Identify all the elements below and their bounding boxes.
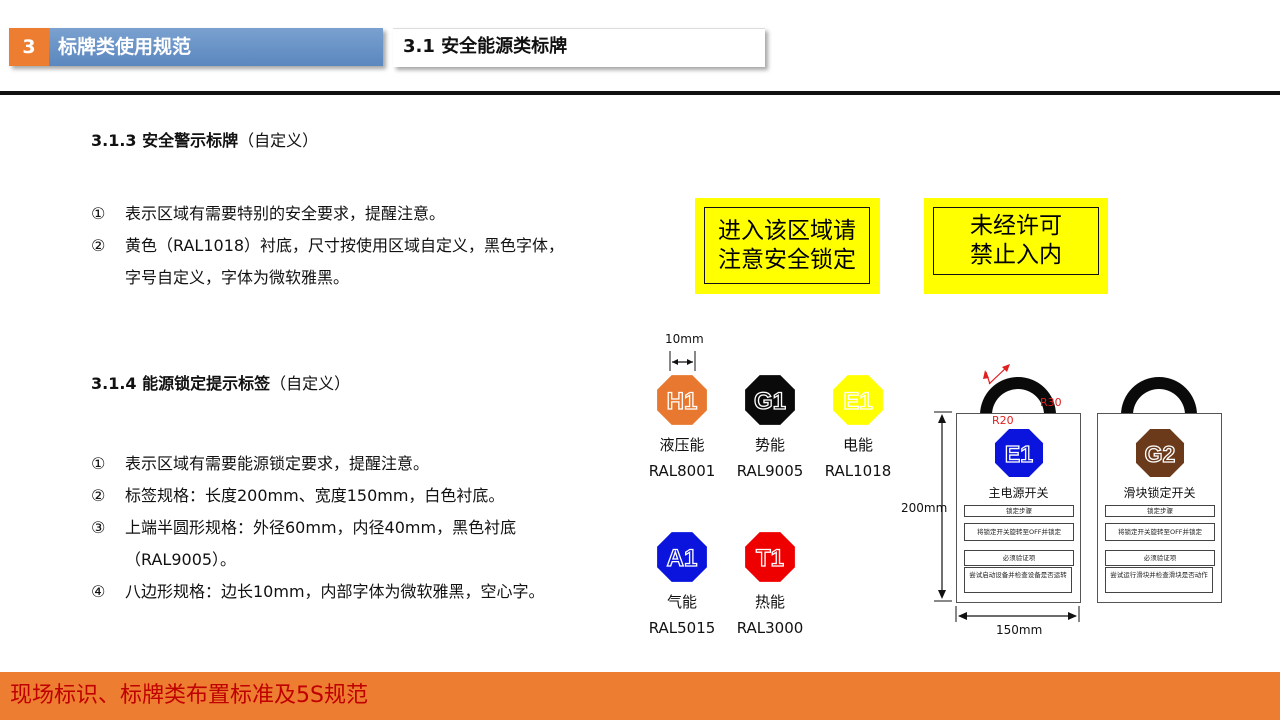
octagon-shape: T1	[745, 532, 795, 582]
octagon-shape: G1	[745, 375, 795, 425]
list-item: ③ 上端半圆形规格：外径60mm，内径40mm，黑色衬底	[91, 518, 517, 537]
list-item: 字号自定义，字体为微软雅黑。	[125, 268, 350, 287]
octagon-shape: E1	[833, 375, 883, 425]
section-number: 3	[9, 28, 49, 66]
footer-title: 现场标识、标牌类布置标准及5S规范	[10, 683, 368, 708]
octagon-code: H1	[667, 388, 698, 415]
heading-314: 3.1.4 能源锁定提示标签（自定义）	[91, 370, 350, 394]
heading-313-suffix: （自定义）	[238, 131, 319, 150]
list-314: ① 表示区域有需要能源锁定要求，提醒注意。 ② 标签规格：长度200mm、宽度150…	[91, 448, 545, 608]
octagon-shape: A1	[657, 532, 707, 582]
octagon-name: 热能	[754, 593, 785, 611]
octagon-name: 势能	[754, 436, 785, 454]
octagon-t1: T1	[742, 529, 798, 589]
octagon-code: T1	[756, 545, 784, 572]
octagon-ral: RAL5015	[648, 619, 716, 637]
list-313: ① 表示区域有需要特别的安全要求，提醒注意。 ② 黄色（RAL1018）衬底，尺寸按…	[91, 198, 564, 294]
list-item: ② 黄色（RAL1018）衬底，尺寸按使用区域自定义，黑色字体，	[91, 236, 565, 255]
octagon-e1: E1	[830, 372, 886, 432]
octagon-ral: RAL3000	[736, 619, 804, 637]
octagon-name: 电能	[842, 436, 873, 454]
subsection-title: 3.1 安全能源类标牌	[403, 36, 568, 57]
octagon-h1: H1	[654, 372, 710, 432]
warning-sign-no-entry: 未经许可 禁止入内	[924, 198, 1108, 294]
header-divider	[0, 91, 1280, 95]
octagon-a1: A1	[654, 529, 710, 589]
list-item: ① 表示区域有需要特别的安全要求，提醒注意。	[91, 204, 446, 223]
octagon-ral: RAL1018	[824, 462, 892, 480]
dimension-10mm-arrow	[669, 351, 696, 371]
tag-dimension-lines	[934, 364, 1080, 622]
list-item: ④ 八边形规格：边长10mm，内部字体为微软雅黑，空心字。	[91, 582, 545, 601]
octagon-code: E1	[843, 388, 872, 415]
radius-r20-label: R20	[992, 414, 1014, 427]
octagon-name: 气能	[666, 593, 697, 611]
heading-314-bold: 3.1.4 能源锁定提示标签	[91, 374, 271, 393]
sign-line: 禁止入内	[970, 242, 1062, 268]
octagon-g1: G1	[742, 372, 798, 432]
octagon-ral: RAL9005	[736, 462, 804, 480]
octagon-shape: H1	[657, 375, 707, 425]
warning-sign-lockout: 进入该区域请 注意安全锁定	[695, 198, 880, 294]
sign-line: 未经许可	[970, 213, 1062, 239]
list-item: ② 标签规格：长度200mm、宽度150mm，白色衬底。	[91, 486, 505, 505]
heading-313-bold: 3.1.3 安全警示标牌	[91, 131, 239, 150]
octagon-code: G1	[754, 388, 786, 415]
tag-width-label: 150mm	[996, 623, 1043, 637]
octagon-name: 液压能	[659, 436, 705, 454]
sign-line: 进入该区域请	[718, 217, 856, 244]
dimension-10mm: 10mm	[665, 332, 704, 346]
octagon-ral: RAL8001	[648, 462, 716, 480]
octagon-code: A1	[667, 545, 698, 572]
sign-line: 注意安全锁定	[718, 246, 856, 273]
list-item: ① 表示区域有需要能源锁定要求，提醒注意。	[91, 454, 430, 473]
radius-r30-label: R30	[1040, 396, 1062, 409]
heading-313: 3.1.3 安全警示标牌（自定义）	[91, 127, 318, 151]
section-title: 标牌类使用规范	[58, 36, 192, 58]
heading-314-suffix: （自定义）	[270, 374, 351, 393]
tag-height-label: 200mm	[901, 501, 948, 515]
list-item: （RAL9005）。	[125, 550, 237, 569]
